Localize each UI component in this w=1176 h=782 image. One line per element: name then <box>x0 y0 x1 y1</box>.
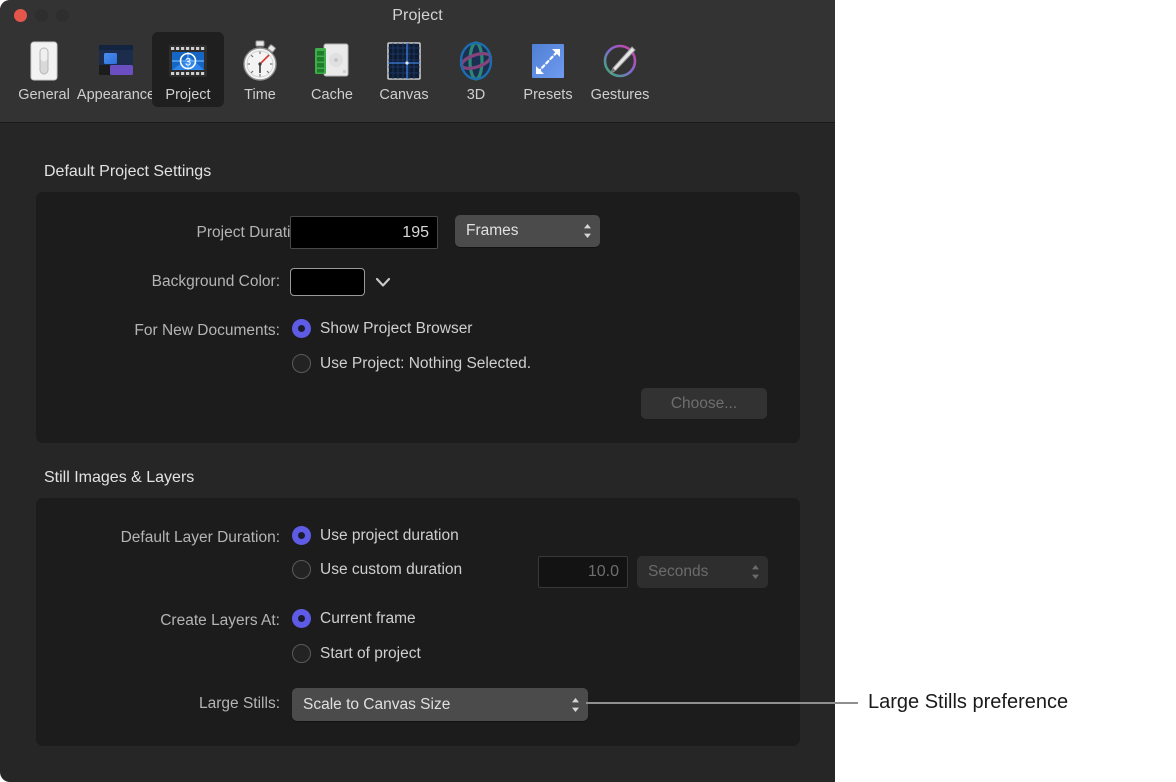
toolbar-label: Gestures <box>590 87 650 103</box>
radio-indicator-on <box>292 526 311 545</box>
project-duration-field[interactable]: 195 <box>290 216 438 249</box>
toolbar-item-3d[interactable]: 3D <box>440 32 512 107</box>
svg-text:3: 3 <box>185 57 191 69</box>
choose-button[interactable]: Choose... <box>641 388 767 419</box>
large-stills-value: Scale to Canvas Size <box>303 695 451 713</box>
large-stills-label: Large Stills: <box>199 695 280 712</box>
radio-label: Current frame <box>320 609 416 627</box>
toolbar-item-presets[interactable]: Presets <box>512 32 584 107</box>
toolbar-label: Appearance <box>76 87 156 103</box>
radio-indicator-off <box>292 354 311 373</box>
toolbar-item-project[interactable]: 3 Project <box>152 32 224 107</box>
toolbar-label: Cache <box>311 87 353 103</box>
radio-indicator-on <box>292 319 311 338</box>
radio-label: Use project duration <box>320 526 459 544</box>
project-duration-units-popup[interactable]: Frames <box>455 215 600 247</box>
background-color-chevron-down-icon[interactable] <box>374 275 392 294</box>
toolbar-item-appearance[interactable]: Appearance <box>76 32 156 107</box>
gestures-pen-icon <box>595 37 645 85</box>
project-duration-units-value: Frames <box>466 222 519 239</box>
toolbar-label: Presets <box>523 87 573 103</box>
toolbar-label: Time <box>244 87 276 103</box>
screenshot-root: Project General Appearance 3 Project Tim… <box>0 0 1176 782</box>
radio-indicator-off <box>292 560 311 579</box>
custom-duration-units-popup[interactable]: Seconds <box>637 556 768 588</box>
background-color-well[interactable] <box>290 268 365 296</box>
toolbar-label: Canvas <box>379 87 429 103</box>
stepper-chevrons-icon <box>748 561 762 583</box>
create-layers-at-label: Create Layers At: <box>160 612 280 629</box>
section-title-still-images: Still Images & Layers <box>44 469 195 486</box>
toolbar-label: Project <box>165 87 211 103</box>
radio-label: Show Project Browser <box>320 319 473 337</box>
radio-use-project-duration[interactable]: Use project duration <box>292 526 459 545</box>
custom-duration-units-value: Seconds <box>648 563 709 580</box>
stepper-chevrons-icon <box>580 220 594 242</box>
canvas-grid-icon <box>379 37 429 85</box>
radio-start-of-project[interactable]: Start of project <box>292 644 421 663</box>
section-title-default-project: Default Project Settings <box>44 163 212 180</box>
default-layer-duration-label: Default Layer Duration: <box>120 529 280 546</box>
preferences-window: Project General Appearance 3 Project Tim… <box>0 0 835 782</box>
general-switch-icon <box>19 37 69 85</box>
toolbar-item-general[interactable]: General <box>8 32 80 107</box>
for-new-documents-label: For New Documents: <box>134 322 280 339</box>
large-stills-popup[interactable]: Scale to Canvas Size <box>292 688 588 721</box>
appearance-window-icon <box>91 37 141 85</box>
preferences-toolbar: General Appearance 3 Project Time Cache … <box>8 32 656 107</box>
toolbar-label: 3D <box>466 87 486 103</box>
project-film-icon: 3 <box>163 37 213 85</box>
three-d-globe-icon <box>451 37 501 85</box>
cache-memory-icon <box>307 37 357 85</box>
window-title: Project <box>392 7 443 24</box>
toolbar-item-time[interactable]: Time <box>224 32 296 107</box>
presets-resize-icon <box>523 37 573 85</box>
toolbar-item-gestures[interactable]: Gestures <box>584 32 656 107</box>
window-titlebar: Project General Appearance 3 Project Tim… <box>0 0 835 123</box>
toolbar-label: General <box>18 87 70 103</box>
callout-leader-line <box>586 702 858 704</box>
callout-label: Large Stills preference <box>868 691 1069 713</box>
custom-duration-field[interactable]: 10.0 <box>538 556 628 588</box>
radio-use-project[interactable]: Use Project: Nothing Selected. <box>292 354 531 373</box>
project-duration-label: Project Duration: <box>196 224 312 241</box>
radio-show-project-browser[interactable]: Show Project Browser <box>292 319 472 338</box>
stepper-chevrons-icon <box>568 694 582 716</box>
radio-indicator-off <box>292 644 311 663</box>
radio-label: Use custom duration <box>320 560 463 578</box>
time-stopwatch-icon <box>235 37 285 85</box>
radio-label: Start of project <box>320 644 421 662</box>
radio-use-custom-duration[interactable]: Use custom duration <box>292 560 462 579</box>
radio-indicator-on <box>292 609 311 628</box>
radio-current-frame[interactable]: Current frame <box>292 609 416 628</box>
background-color-label: Background Color: <box>151 273 280 290</box>
toolbar-item-canvas[interactable]: Canvas <box>368 32 440 107</box>
radio-label: Use Project: Nothing Selected. <box>320 354 532 372</box>
toolbar-item-cache[interactable]: Cache <box>296 32 368 107</box>
